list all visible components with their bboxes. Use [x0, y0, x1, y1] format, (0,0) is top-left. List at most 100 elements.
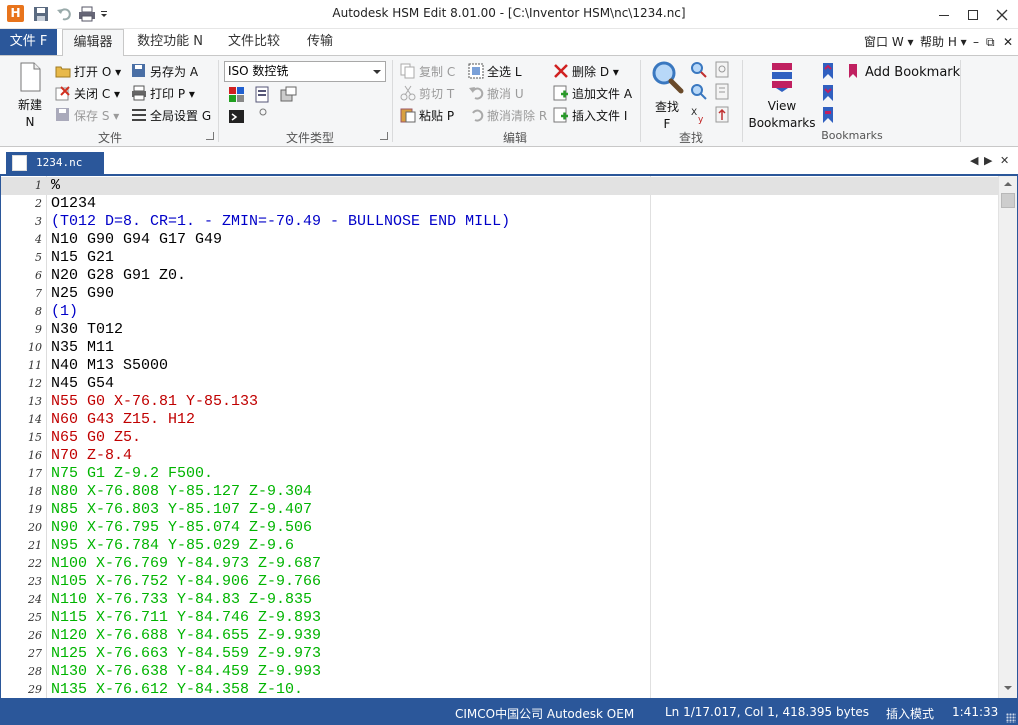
find-prev-icon[interactable] — [690, 83, 708, 104]
tab-transfer[interactable]: 传输 — [296, 29, 344, 55]
color-palette-icon[interactable] — [228, 86, 246, 107]
window-menu[interactable]: 窗口 W ▾ — [864, 29, 914, 55]
paste-button[interactable]: 粘贴 P — [400, 106, 454, 126]
tab-file-compare[interactable]: 文件比较 — [218, 29, 290, 55]
select-all-button[interactable]: 全选 L — [468, 62, 522, 82]
vertical-scrollbar[interactable] — [998, 176, 1017, 698]
tab-scroll-left-icon[interactable]: ◀ — [970, 154, 978, 167]
find-in-files-icon[interactable] — [714, 83, 732, 104]
code-line[interactable]: 2 O1234 — [1, 195, 999, 213]
code-line[interactable]: 1% — [1, 177, 999, 195]
code-line[interactable]: 15 N65 G0 Z5. — [1, 429, 999, 447]
code-line[interactable]: 16 N70 Z-8.4 — [1, 447, 999, 465]
copy-button[interactable]: 复制 C — [400, 62, 455, 82]
nc-file-icon — [12, 155, 27, 171]
print-button[interactable]: 打印 P ▾ — [131, 84, 195, 104]
undo-clear-button[interactable]: 撤消清除 R — [468, 106, 547, 126]
save-button[interactable]: 保存 S ▾ — [55, 106, 119, 126]
resize-grip-icon[interactable] — [1006, 713, 1016, 723]
code-line[interactable]: 17 N75 G1 Z-9.2 F500. — [1, 465, 999, 483]
line-number: 14 — [28, 413, 42, 426]
add-bookmark-button[interactable]: Add Bookmark — [846, 62, 960, 82]
code-line[interactable]: 11 N40 M13 S5000 — [1, 357, 999, 375]
delete-button[interactable]: 删除 D ▾ — [553, 62, 619, 82]
code-line[interactable]: 3 (T012 D=8. CR=1. - ZMIN=-70.49 - BULLNO… — [1, 213, 999, 231]
minimize-button[interactable] — [929, 0, 959, 29]
goto-line-icon[interactable] — [714, 61, 732, 82]
code-line[interactable]: 12 N45 G54 — [1, 375, 999, 393]
file-tab[interactable]: 文件 F — [0, 29, 57, 55]
machine-settings-icon[interactable] — [280, 86, 298, 107]
printer-icon — [131, 85, 147, 101]
code-line[interactable]: 5 N15 G21 — [1, 249, 999, 267]
cut-button[interactable]: 剪切 T — [400, 84, 454, 104]
line-number: 15 — [28, 431, 42, 444]
undo-button[interactable]: 撤消 U — [468, 84, 524, 104]
code-line[interactable]: 20 N90 X-76.795 Y-85.074 Z-9.506 — [1, 519, 999, 537]
code-line[interactable]: 18 N80 X-76.808 Y-85.127 Z-9.304 — [1, 483, 999, 501]
status-insert-mode[interactable]: 插入模式 — [886, 705, 934, 722]
code-line[interactable]: 26 N120 X-76.688 Y-84.655 Z-9.939 — [1, 627, 999, 645]
close-button[interactable] — [987, 0, 1017, 29]
open-button[interactable]: 打开 O ▾ — [55, 62, 121, 82]
small-dot-icon[interactable] — [258, 106, 268, 120]
code-line[interactable]: 4 N10 G90 G94 G17 G49 — [1, 231, 999, 249]
code-line[interactable]: 6 N20 G28 G91 Z0. — [1, 267, 999, 285]
insert-file-button[interactable]: 插入文件 I — [553, 106, 627, 126]
line-number: 26 — [28, 629, 42, 642]
code-line[interactable]: 23 N105 X-76.752 Y-84.906 Z-9.766 — [1, 573, 999, 591]
code-line[interactable]: 13 N55 G0 X-76.81 Y-85.133 — [1, 393, 999, 411]
code-line[interactable]: 22 N100 X-76.769 Y-84.973 Z-9.687 — [1, 555, 999, 573]
file-group-launcher[interactable] — [206, 132, 214, 140]
tab-close-icon[interactable]: ✕ — [1000, 154, 1009, 167]
find-next-icon[interactable] — [690, 61, 708, 82]
scroll-thumb[interactable] — [1001, 193, 1015, 208]
code-line[interactable]: 29 N135 X-76.612 Y-84.358 Z-10. — [1, 681, 999, 699]
line-number: 9 — [35, 323, 42, 336]
code-line[interactable]: 27 N125 X-76.663 Y-84.559 Z-9.973 — [1, 645, 999, 663]
terminal-icon[interactable] — [228, 108, 246, 129]
scroll-down-icon[interactable] — [1004, 686, 1012, 690]
jump-icon[interactable] — [714, 106, 732, 127]
global-settings-button[interactable]: 全局设置 G — [131, 106, 211, 126]
code-line[interactable]: 10 N35 M11 — [1, 339, 999, 357]
code-line[interactable]: 19 N85 X-76.803 Y-85.107 Z-9.407 — [1, 501, 999, 519]
code-line[interactable]: 21 N95 X-76.784 Y-85.029 Z-9.6 — [1, 537, 999, 555]
tab-scroll-right-icon[interactable]: ▶ — [984, 154, 992, 167]
find-button[interactable]: 查找 F — [648, 60, 686, 133]
code-line[interactable]: 7 N25 G90 — [1, 285, 999, 303]
new-button-label: 新建 N — [17, 98, 42, 129]
replace-icon[interactable]: Xy — [690, 106, 708, 127]
code-line[interactable]: 14 N60 G43 Z15. H12 — [1, 411, 999, 429]
save-as-button[interactable]: 另存为 A — [131, 62, 198, 82]
help-menu[interactable]: 帮助 H ▾ — [920, 29, 967, 55]
append-file-button[interactable]: 追加文件 A — [553, 84, 632, 104]
bookmark-clear-icon[interactable] — [820, 106, 836, 127]
code-line[interactable]: 24 N110 X-76.733 Y-84.83 Z-9.835 — [1, 591, 999, 609]
bookmark-next-icon[interactable] — [820, 84, 836, 105]
code-line[interactable]: 25 N115 X-76.711 Y-84.746 Z-9.893 — [1, 609, 999, 627]
line-number: 29 — [28, 683, 42, 696]
tab-editor[interactable]: 编辑器 — [62, 29, 124, 56]
mdi-minimize-icon[interactable]: – — [973, 29, 979, 55]
file-settings-icon[interactable] — [254, 86, 272, 107]
close-file-button[interactable]: 关闭 C ▾ — [55, 84, 120, 104]
filetype-group-launcher[interactable] — [380, 132, 388, 140]
mdi-restore-icon[interactable]: ⧉ — [986, 29, 995, 55]
tab-nc-functions[interactable]: 数控功能 N — [131, 29, 209, 55]
bookmark-prev-icon[interactable] — [820, 62, 836, 83]
new-button[interactable]: 新建 N — [10, 62, 50, 131]
code-line[interactable]: 8 (1) — [1, 303, 999, 321]
chevron-down-icon — [373, 70, 381, 74]
copy-icon — [400, 63, 416, 79]
code-line[interactable]: 28 N130 X-76.638 Y-84.459 Z-9.993 — [1, 663, 999, 681]
mdi-close-icon[interactable]: ✕ — [1003, 29, 1013, 55]
view-bookmarks-button[interactable]: View Bookmarks — [746, 61, 818, 132]
document-tab[interactable]: 1234.nc — [6, 152, 104, 174]
maximize-button[interactable] — [958, 0, 988, 29]
code-line[interactable]: 9 N30 T012 — [1, 321, 999, 339]
code-editor[interactable]: 1% 2 O1234 3 (T012 D=8. CR=1. - ZMIN=-70.49 … — [0, 176, 1018, 698]
scroll-up-icon[interactable] — [1004, 182, 1012, 186]
code-text: N35 M11 — [51, 339, 115, 356]
file-type-combo[interactable]: ISO 数控铣 — [224, 61, 386, 82]
